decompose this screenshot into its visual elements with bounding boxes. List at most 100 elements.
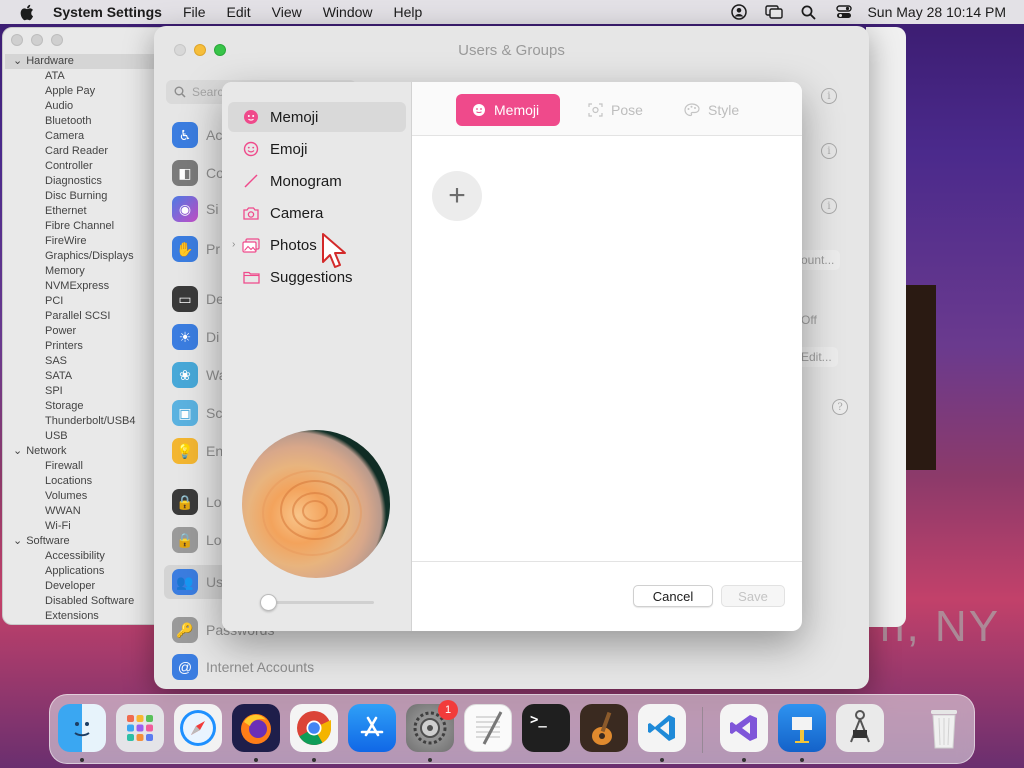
- source-item-memoji[interactable]: Memoji: [228, 102, 406, 132]
- screen-mirroring-icon[interactable]: [756, 0, 791, 24]
- menu-file[interactable]: File: [183, 4, 206, 20]
- chevron-down-icon[interactable]: ⌄: [13, 534, 22, 549]
- tree-item[interactable]: Storage: [13, 399, 161, 414]
- tree-item[interactable]: SAS: [13, 354, 161, 369]
- tree-item[interactable]: Extensions: [13, 609, 161, 624]
- tree-item[interactable]: WWAN: [13, 504, 161, 519]
- tree-item[interactable]: Controller: [13, 159, 161, 174]
- tree-item[interactable]: USB: [13, 429, 161, 444]
- menu-window[interactable]: Window: [323, 4, 373, 20]
- source-item-photos[interactable]: Photos: [228, 230, 406, 260]
- visual-studio-icon[interactable]: [720, 704, 768, 752]
- tree-item[interactable]: Fibre Channel: [13, 219, 161, 234]
- digital-color-meter-icon[interactable]: [836, 704, 884, 752]
- tree-item[interactable]: Accessibility: [13, 549, 161, 564]
- spotlight-search-icon[interactable]: [791, 0, 826, 24]
- tree-item[interactable]: Volumes: [13, 489, 161, 504]
- tree-item[interactable]: NVMExpress: [13, 279, 161, 294]
- tree-item[interactable]: SPI: [13, 384, 161, 399]
- tree-item[interactable]: Diagnostics: [13, 174, 161, 189]
- firefox-icon[interactable]: [232, 704, 280, 752]
- source-item-monogram[interactable]: Monogram: [228, 166, 406, 196]
- tree-item[interactable]: ATA: [13, 69, 161, 84]
- tree-item[interactable]: Printers: [13, 339, 161, 354]
- menu-edit[interactable]: Edit: [227, 4, 251, 20]
- help-icon[interactable]: ?: [832, 399, 848, 415]
- cancel-button[interactable]: Cancel: [633, 585, 713, 607]
- avatar-preview[interactable]: [242, 430, 390, 578]
- info-icon[interactable]: i: [821, 198, 837, 214]
- save-button[interactable]: Save: [721, 585, 785, 607]
- tree-item[interactable]: Wi-Fi: [13, 519, 161, 534]
- safari-icon[interactable]: [174, 704, 222, 752]
- menu-help[interactable]: Help: [394, 4, 423, 20]
- tree-item[interactable]: Applications: [13, 564, 161, 579]
- minimize-button[interactable]: [31, 34, 43, 46]
- tab-pose[interactable]: Pose: [572, 94, 659, 126]
- tree-item[interactable]: PCI: [13, 294, 161, 309]
- zoom-slider-knob[interactable]: [260, 594, 277, 611]
- info-icon[interactable]: i: [821, 88, 837, 104]
- chrome-icon[interactable]: [290, 704, 338, 752]
- menubar-clock[interactable]: Sun May 28 10:14 PM: [867, 4, 1006, 20]
- tree-item[interactable]: FireWire: [13, 234, 161, 249]
- sidebar-item-displays[interactable]: ☀ Di: [172, 324, 219, 350]
- tree-item[interactable]: Ethernet: [13, 204, 161, 219]
- tree-item[interactable]: Locations: [13, 474, 161, 489]
- tree-category[interactable]: ⌄ Software: [13, 534, 161, 549]
- sidebar-item-accessibility[interactable]: ♿ Ac: [172, 122, 222, 148]
- launchpad-icon[interactable]: [116, 704, 164, 752]
- source-item-suggestions[interactable]: Suggestions: [228, 262, 406, 292]
- sidebar-item-desktop[interactable]: ▭ De: [172, 286, 224, 312]
- tab-style[interactable]: Style: [668, 94, 755, 126]
- sidebar-item-control-center[interactable]: ◧ Co: [172, 160, 224, 186]
- finder-icon[interactable]: [58, 704, 106, 752]
- sidebar-item-screen-saver[interactable]: ▣ Sc: [172, 400, 222, 426]
- tree-item[interactable]: Bluetooth: [13, 114, 161, 129]
- source-item-camera[interactable]: Camera: [228, 198, 406, 228]
- menu-view[interactable]: View: [272, 4, 302, 20]
- trash-icon[interactable]: [920, 704, 968, 752]
- source-item-emoji[interactable]: Emoji: [228, 134, 406, 164]
- tree-item[interactable]: Parallel SCSI: [13, 309, 161, 324]
- tree-item[interactable]: Graphics/Displays: [13, 249, 161, 264]
- sidebar-item-internet-accounts[interactable]: @ Internet Accounts: [172, 654, 314, 680]
- chevron-down-icon[interactable]: ⌄: [13, 54, 22, 69]
- garageband-icon[interactable]: [580, 704, 628, 752]
- textedit-icon[interactable]: [464, 704, 512, 752]
- add-memoji-button[interactable]: +: [432, 171, 482, 221]
- keynote-icon[interactable]: [778, 704, 826, 752]
- tree-item[interactable]: Disc Burning: [13, 189, 161, 204]
- tree-item[interactable]: Audio: [13, 99, 161, 114]
- tree-item[interactable]: Apple Pay: [13, 84, 161, 99]
- terminal-icon[interactable]: >_: [522, 704, 570, 752]
- sidebar-item-lock-screen[interactable]: 🔒 Lo: [172, 489, 222, 515]
- control-center-icon[interactable]: [826, 0, 861, 24]
- sidebar-item-privacy[interactable]: ✋ Pr: [172, 236, 220, 262]
- tree-item[interactable]: Thunderbolt/USB4: [13, 414, 161, 429]
- sidebar-item-wallpaper[interactable]: ❀ Wa: [172, 362, 226, 388]
- app-store-icon[interactable]: [348, 704, 396, 752]
- sidebar-item-energy[interactable]: 💡 En: [172, 438, 223, 464]
- sidebar-item-siri[interactable]: ◉ Si: [172, 196, 218, 222]
- app-menu-system-settings[interactable]: System Settings: [53, 4, 162, 20]
- tree-item[interactable]: Memory: [13, 264, 161, 279]
- tab-memoji[interactable]: Memoji: [456, 94, 560, 126]
- zoom-slider-track[interactable]: [267, 601, 374, 604]
- tree-item[interactable]: Disabled Software: [13, 594, 161, 609]
- tree-category[interactable]: ⌄ Hardware: [5, 54, 161, 69]
- chevron-down-icon[interactable]: ⌄: [13, 444, 22, 459]
- tree-category[interactable]: ⌄ Network: [13, 444, 161, 459]
- tree-item[interactable]: Camera: [13, 129, 161, 144]
- tree-item[interactable]: Card Reader: [13, 144, 161, 159]
- tree-item[interactable]: Power: [13, 324, 161, 339]
- tree-item[interactable]: Firewall: [13, 459, 161, 474]
- close-button[interactable]: [11, 34, 23, 46]
- zoom-button[interactable]: [51, 34, 63, 46]
- apple-menu-icon[interactable]: [16, 0, 36, 24]
- tree-item[interactable]: SATA: [13, 369, 161, 384]
- user-account-icon[interactable]: [721, 0, 756, 24]
- vscode-icon[interactable]: [638, 704, 686, 752]
- tree-item[interactable]: Developer: [13, 579, 161, 594]
- info-icon[interactable]: i: [821, 143, 837, 159]
